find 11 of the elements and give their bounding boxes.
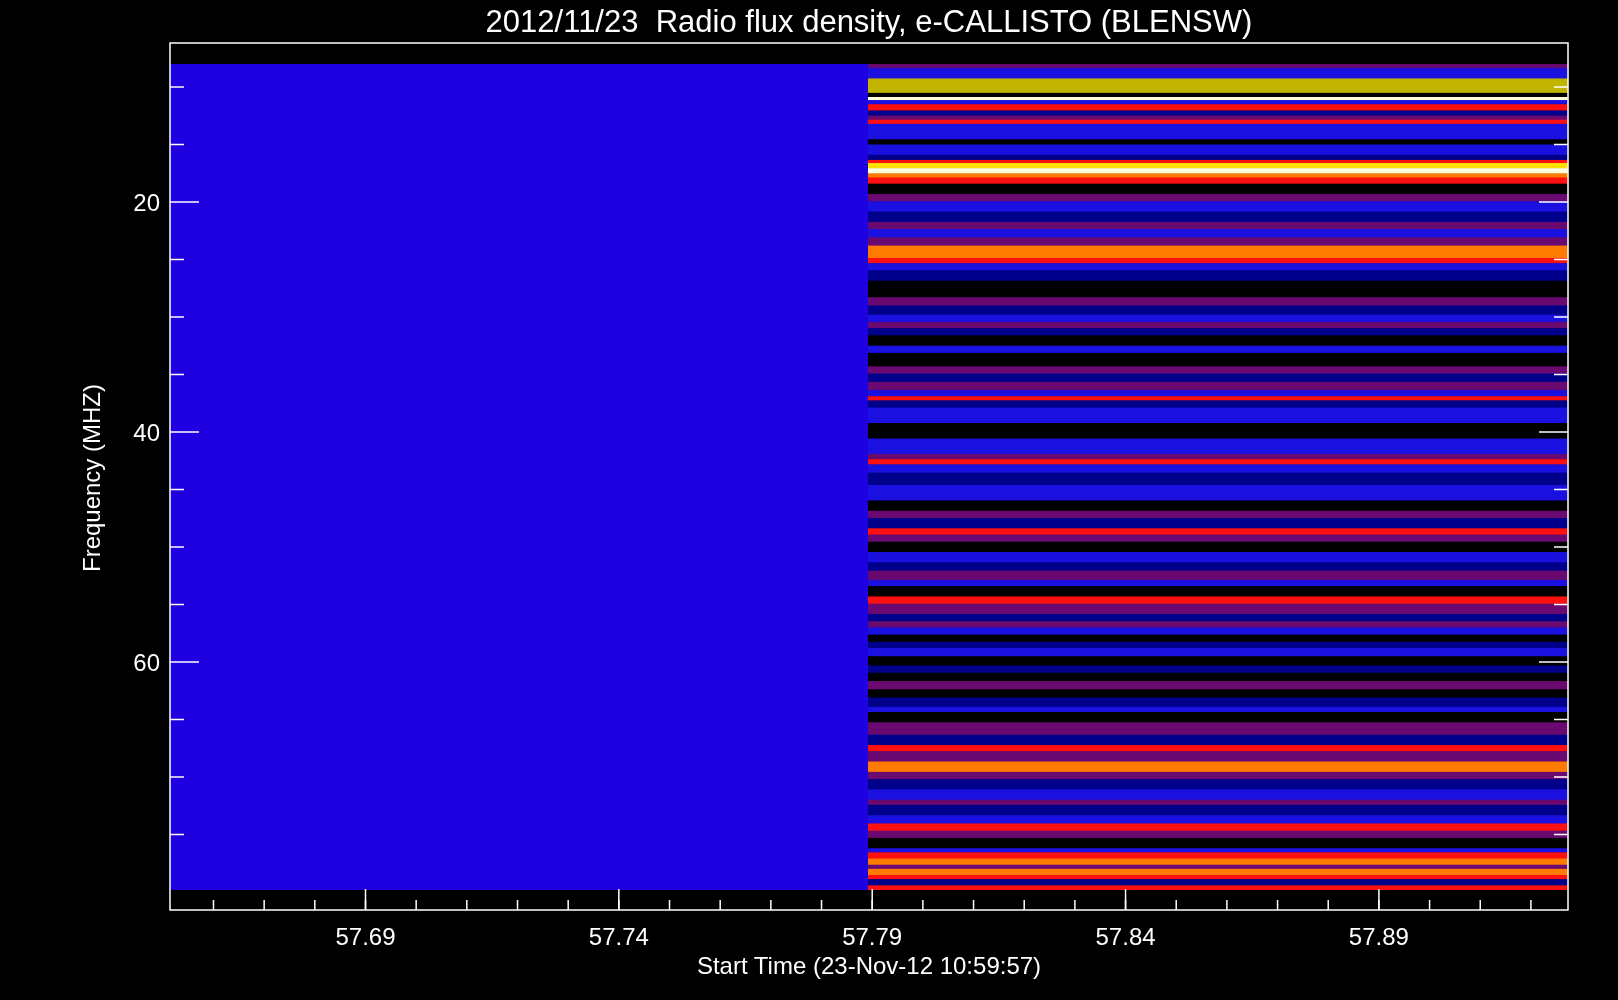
x-tick-label: 57.79 — [842, 923, 903, 950]
chart-title: 2012/11/23 Radio flux density, e-CALLISTO (BLENSW) — [485, 4, 1253, 39]
y-tick-label: 40 — [133, 419, 160, 446]
y-tick-label: 20 — [133, 189, 160, 216]
x-tick-label: 57.69 — [335, 923, 396, 950]
x-tick-label: 57.84 — [1095, 923, 1156, 950]
x-tick-label: 57.74 — [588, 923, 649, 950]
y-axis-label: Frequency (MHZ) — [78, 384, 105, 572]
x-tick-label: 57.89 — [1348, 923, 1409, 950]
y-tick-label: 60 — [133, 649, 160, 676]
x-axis-label: Start Time (23-Nov-12 10:59:57) — [696, 952, 1042, 979]
